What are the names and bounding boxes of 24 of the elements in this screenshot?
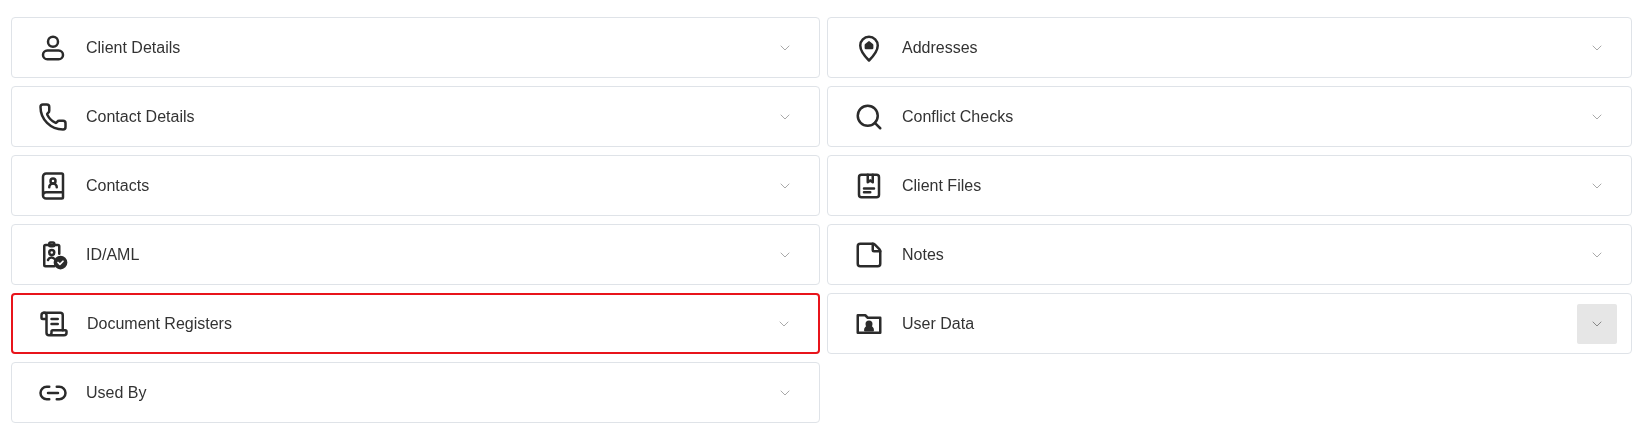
accordion-panel[interactable]: Document Registers <box>11 293 820 354</box>
accordion-panel[interactable]: Contact Details <box>11 86 820 147</box>
expand-toggle[interactable] <box>1577 303 1617 344</box>
panel-title: Contacts <box>86 176 151 195</box>
panel-title: Client Files <box>902 176 983 195</box>
panel-title: Addresses <box>902 38 979 57</box>
panel-title: Document Registers <box>87 314 233 333</box>
panel-title: ID/AML <box>86 245 141 264</box>
panel-title: Notes <box>902 245 945 264</box>
accordion-panel[interactable]: Addresses <box>827 17 1632 78</box>
phone-icon <box>38 101 68 132</box>
accordion-panel[interactable]: Used By <box>11 362 820 423</box>
panel-title: User Data <box>902 314 976 333</box>
accordion-panel[interactable]: Notes <box>827 224 1632 285</box>
accordion-panel[interactable]: ID/AML <box>11 224 820 285</box>
accordion-panel[interactable]: Conflict Checks <box>827 86 1632 147</box>
panel-title: Client Details <box>86 38 182 57</box>
accordion-panel[interactable]: Client Files <box>827 155 1632 216</box>
panel-title: Conflict Checks <box>902 107 1015 126</box>
accordion-panel[interactable]: Client Details <box>11 17 820 78</box>
accordion-panel[interactable]: Contacts <box>11 155 820 216</box>
panel-title: Used By <box>86 383 148 402</box>
panel-title: Contact Details <box>86 107 196 126</box>
accordion-panel[interactable]: User Data <box>827 293 1632 354</box>
